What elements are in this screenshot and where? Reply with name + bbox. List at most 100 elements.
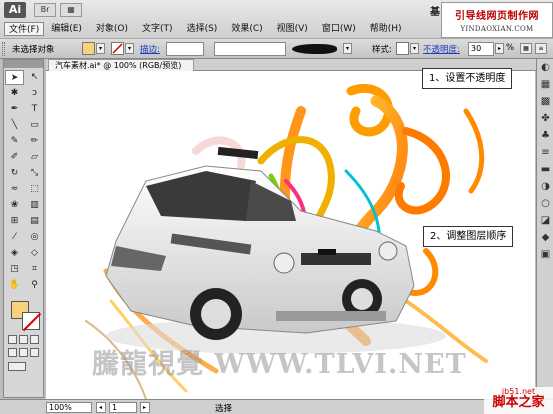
zoom-field[interactable]: 100% [46, 402, 92, 413]
menu-edit[interactable]: 编辑(E) [44, 22, 89, 36]
graph-icon[interactable]: ▥ [25, 198, 44, 213]
draw-mode-row [8, 348, 42, 358]
bridge-button[interactable]: Br [34, 3, 56, 17]
site-name-en: YINDAOXIAN.COM [460, 25, 534, 33]
prev-artboard-icon[interactable]: ◂ [96, 402, 106, 413]
type-icon[interactable]: T [25, 102, 44, 117]
grip-icon[interactable] [2, 42, 5, 56]
magic-wand-icon[interactable]: ✱ [5, 86, 24, 101]
rectangle-icon[interactable]: ▭ [25, 118, 44, 133]
brushes-icon[interactable]: ✤ [538, 112, 553, 126]
menu-file[interactable]: 文件(F) [4, 22, 45, 36]
opacity-dropdown-icon[interactable]: ▸ [495, 43, 504, 54]
artboards-panel-icon[interactable]: ▣ [538, 248, 553, 262]
artboard-number-field[interactable]: 1 [109, 402, 137, 413]
symbol-sprayer-icon[interactable]: ❀ [5, 198, 24, 213]
status-mode: 选择 [215, 404, 233, 414]
eyedropper-icon[interactable]: ⁄ [5, 230, 24, 245]
free-transform-icon[interactable]: ⬚ [25, 182, 44, 197]
blend-icon[interactable]: ◎ [25, 230, 44, 245]
tool-grid: ➤ ↖ ✱ ↄ ✒ T ╲ ▭ ✎ ✏ ✐ ▱ ↻ ⤡ ≈ ⬚ ❀ ▥ ⊞ ▤ ⁄ ◎ ◈ ◇ ◳ ⌗ ✋ ⚲ [4, 68, 43, 295]
menu-effect[interactable]: 效果(C) [224, 22, 269, 36]
eraser-icon[interactable]: ▱ [25, 150, 44, 165]
jb51-watermark: jb51.net 脚本之家 [484, 387, 553, 414]
fill-dropdown-icon[interactable]: ▾ [96, 43, 105, 54]
gradient-icon[interactable]: ▤ [25, 214, 44, 229]
stroke-dropdown-icon[interactable]: ▾ [125, 43, 134, 54]
swatches-icon[interactable]: ▩ [538, 95, 553, 109]
status-bar: 100% ◂ 1 ▸ 选择 [0, 399, 553, 414]
appearance-icon[interactable]: ○ [538, 197, 553, 211]
arrange-documents-button[interactable]: ▦ [60, 3, 82, 17]
none-mode-icon[interactable] [30, 335, 39, 344]
pencil-icon[interactable]: ✏ [25, 134, 44, 149]
stroke-panel-icon[interactable]: ≡ [538, 146, 553, 160]
live-paint-select-icon[interactable]: ◇ [25, 246, 44, 261]
warp-icon[interactable]: ≈ [5, 182, 24, 197]
mesh-icon[interactable]: ⊞ [5, 214, 24, 229]
selection-arrow-icon[interactable]: ➤ [5, 70, 24, 85]
brush-definition-preview[interactable] [292, 44, 337, 54]
live-paint-icon[interactable]: ◈ [5, 246, 24, 261]
menu-select[interactable]: 选择(S) [180, 22, 225, 36]
menu-object[interactable]: 对象(O) [89, 22, 135, 36]
style-swatch[interactable] [396, 42, 409, 55]
hand-icon[interactable]: ✋ [5, 278, 24, 293]
stroke-color-box[interactable] [22, 312, 40, 330]
pen-icon[interactable]: ✒ [5, 102, 24, 117]
draw-behind-icon[interactable] [19, 348, 28, 357]
color-guide-icon[interactable]: ▦ [538, 78, 553, 92]
scale-icon[interactable]: ⤡ [25, 166, 44, 181]
selection-status: 未选择对象 [12, 45, 55, 55]
gradient-mode-icon[interactable] [19, 335, 28, 344]
align-icon[interactable]: ▦ [520, 43, 532, 54]
opacity-field[interactable]: 30 [468, 42, 494, 56]
document-tab[interactable]: 汽车素材.ai* @ 100% (RGB/预览) [48, 59, 195, 71]
draw-inside-icon[interactable] [30, 348, 39, 357]
artboard-icon[interactable]: ◳ [5, 262, 24, 277]
site-name-cn: 引导线网页制作网 [455, 11, 539, 22]
panel-dock: ◐ ▦ ▩ ✤ ♣ ≡ ▬ ◑ ○ ◪ ◆ ▣ [536, 59, 553, 398]
menu-help[interactable]: 帮助(H) [363, 22, 409, 36]
brush-dropdown-icon[interactable]: ▾ [343, 43, 352, 54]
gradient-panel-icon[interactable]: ▬ [538, 163, 553, 177]
stroke-swatch[interactable] [111, 42, 124, 55]
color-mode-icon[interactable] [8, 335, 17, 344]
opacity-unit: % [506, 43, 515, 53]
opacity-label[interactable]: 不透明度: [423, 43, 460, 55]
stroke-weight-field[interactable] [166, 42, 204, 56]
callout-layer-order: 2、调整图层顺序 [423, 226, 514, 247]
draw-normal-icon[interactable] [8, 348, 17, 357]
fill-swatch[interactable] [82, 42, 95, 55]
transparency-panel-icon[interactable]: ◑ [538, 180, 553, 194]
line-icon[interactable]: ╲ [5, 118, 24, 133]
tools-panel-header[interactable] [4, 60, 43, 68]
menu-view[interactable]: 视图(V) [270, 22, 315, 36]
none-stroke-icon [112, 43, 123, 54]
options-icon[interactable]: ≡ [535, 43, 547, 54]
lasso-icon[interactable]: ↄ [25, 86, 44, 101]
slice-icon[interactable]: ⌗ [25, 262, 44, 277]
screen-mode-icon[interactable] [8, 362, 26, 371]
tlvi-watermark: 騰龍視覺 WWW.TLVI.NET [92, 349, 467, 380]
menu-items: 文件(F) 编辑(E) 对象(O) 文字(T) 选择(S) 效果(C) 视图(V… [4, 22, 409, 36]
zoom-icon[interactable]: ⚲ [25, 278, 44, 293]
workspace-label[interactable]: 基 [430, 3, 440, 18]
variable-width-field[interactable] [214, 42, 286, 56]
app-logo: Ai [4, 2, 26, 18]
direct-selection-icon[interactable]: ↖ [25, 70, 44, 85]
stroke-label[interactable]: 描边: [140, 43, 160, 55]
next-artboard-icon[interactable]: ▸ [140, 402, 150, 413]
style-dropdown-icon[interactable]: ▾ [410, 43, 419, 54]
layers-icon[interactable]: ◆ [538, 231, 553, 245]
blob-brush-icon[interactable]: ✐ [5, 150, 24, 165]
rotate-icon[interactable]: ↻ [5, 166, 24, 181]
menu-type[interactable]: 文字(T) [135, 22, 180, 36]
menu-window[interactable]: 窗口(W) [315, 22, 363, 36]
site-watermark-box: 引导线网页制作网 YINDAOXIAN.COM [441, 2, 553, 38]
color-panel-icon[interactable]: ◐ [538, 61, 553, 75]
symbols-icon[interactable]: ♣ [538, 129, 553, 143]
graphic-styles-icon[interactable]: ◪ [538, 214, 553, 228]
style-label: 样式: [372, 45, 392, 55]
paintbrush-icon[interactable]: ✎ [5, 134, 24, 149]
